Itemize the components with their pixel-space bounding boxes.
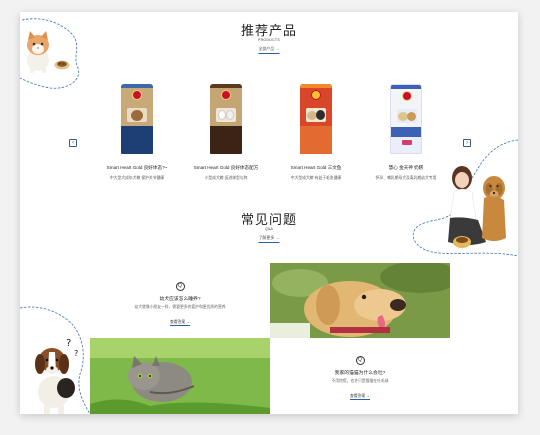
product-name: Smart Heart Gold 良好体态?~ <box>106 165 168 170</box>
product-card[interactable]: Smart Heart Gold 良好体态?~ 中大型犬成年犬粮 保护关节健康 <box>97 84 177 181</box>
carousel-prev-button[interactable]: ‹ <box>69 139 77 147</box>
faq-answer: 幼犬就像小朋友一样，需要更多的爱护和更优质的营养 <box>134 305 226 309</box>
faq-question: 幼犬应该怎么睡养? <box>159 297 201 302</box>
svg-text:?: ? <box>74 349 78 358</box>
faq-more-link[interactable]: 了解更多 → <box>258 235 280 243</box>
product-card[interactable]: Smart Heart Gold 三文鱼 中大型成犬粮 有益于毛发健康 <box>276 84 356 181</box>
product-desc: 中大型成犬粮 有益于毛发健康 <box>290 176 342 180</box>
all-products-link[interactable]: 全部产品 → <box>258 46 280 54</box>
product-desc: 小型成犬粮 促进体型匀称 <box>204 176 248 180</box>
product-card[interactable]: Smart Heart Gold 良好体态配方 小型成犬粮 促进体型匀称 <box>186 84 266 181</box>
faq-title: 常见问题 <box>240 213 297 228</box>
golden-retriever-puppy-image <box>270 263 450 338</box>
products-title: 推荐产品 <box>240 24 297 39</box>
product-package-image <box>390 84 422 154</box>
product-desc: 中大型犬成年犬粮 保护关节健康 <box>109 176 165 180</box>
kitten-in-grass-image <box>90 338 270 414</box>
chevron-right-icon: › <box>466 140 468 146</box>
view-answer-link[interactable]: 查看答案 → <box>349 394 371 400</box>
product-name: Smart Heart Gold 良好体态配方 <box>193 165 259 170</box>
product-package-image <box>300 84 332 154</box>
chevron-left-icon: ‹ <box>72 140 74 146</box>
question-icon: Q <box>175 282 185 291</box>
food-bowl-image <box>54 60 70 70</box>
carousel-next-button[interactable]: › <box>463 139 471 147</box>
faq-subtitle: Q&A <box>264 227 274 231</box>
view-answer-link[interactable]: 查看答案 → <box>169 320 191 326</box>
faq-item: Q 我家的猫猫为什么会吐? 不用惊慌，也许只是猫猫在吐毛球 查看答案 → <box>270 356 450 402</box>
puppy-photo <box>270 263 450 338</box>
beagle-puppy-image: ? ? <box>35 338 78 414</box>
products-subtitle: PRODUCTS <box>257 38 281 42</box>
faq-answer: 不用惊慌，也许只是猫猫在吐毛球 <box>331 379 389 383</box>
product-package-image <box>210 84 242 154</box>
kitten-photo <box>90 338 270 414</box>
product-name: Smart Heart Gold 三文鱼 <box>290 165 342 170</box>
faq-item: Q 幼犬应该怎么睡养? 幼犬就像小朋友一样，需要更多的爱护和更优质的营养 查看答… <box>90 282 270 328</box>
product-package-image <box>121 84 153 154</box>
svg-text:?: ? <box>66 338 71 349</box>
faq-question: 我家的猫猫为什么会吐? <box>334 371 386 376</box>
page-canvas: 推荐产品 PRODUCTS 全部产品 → ‹ › Smart Heart Gol… <box>20 12 518 414</box>
question-icon: Q <box>355 356 365 365</box>
